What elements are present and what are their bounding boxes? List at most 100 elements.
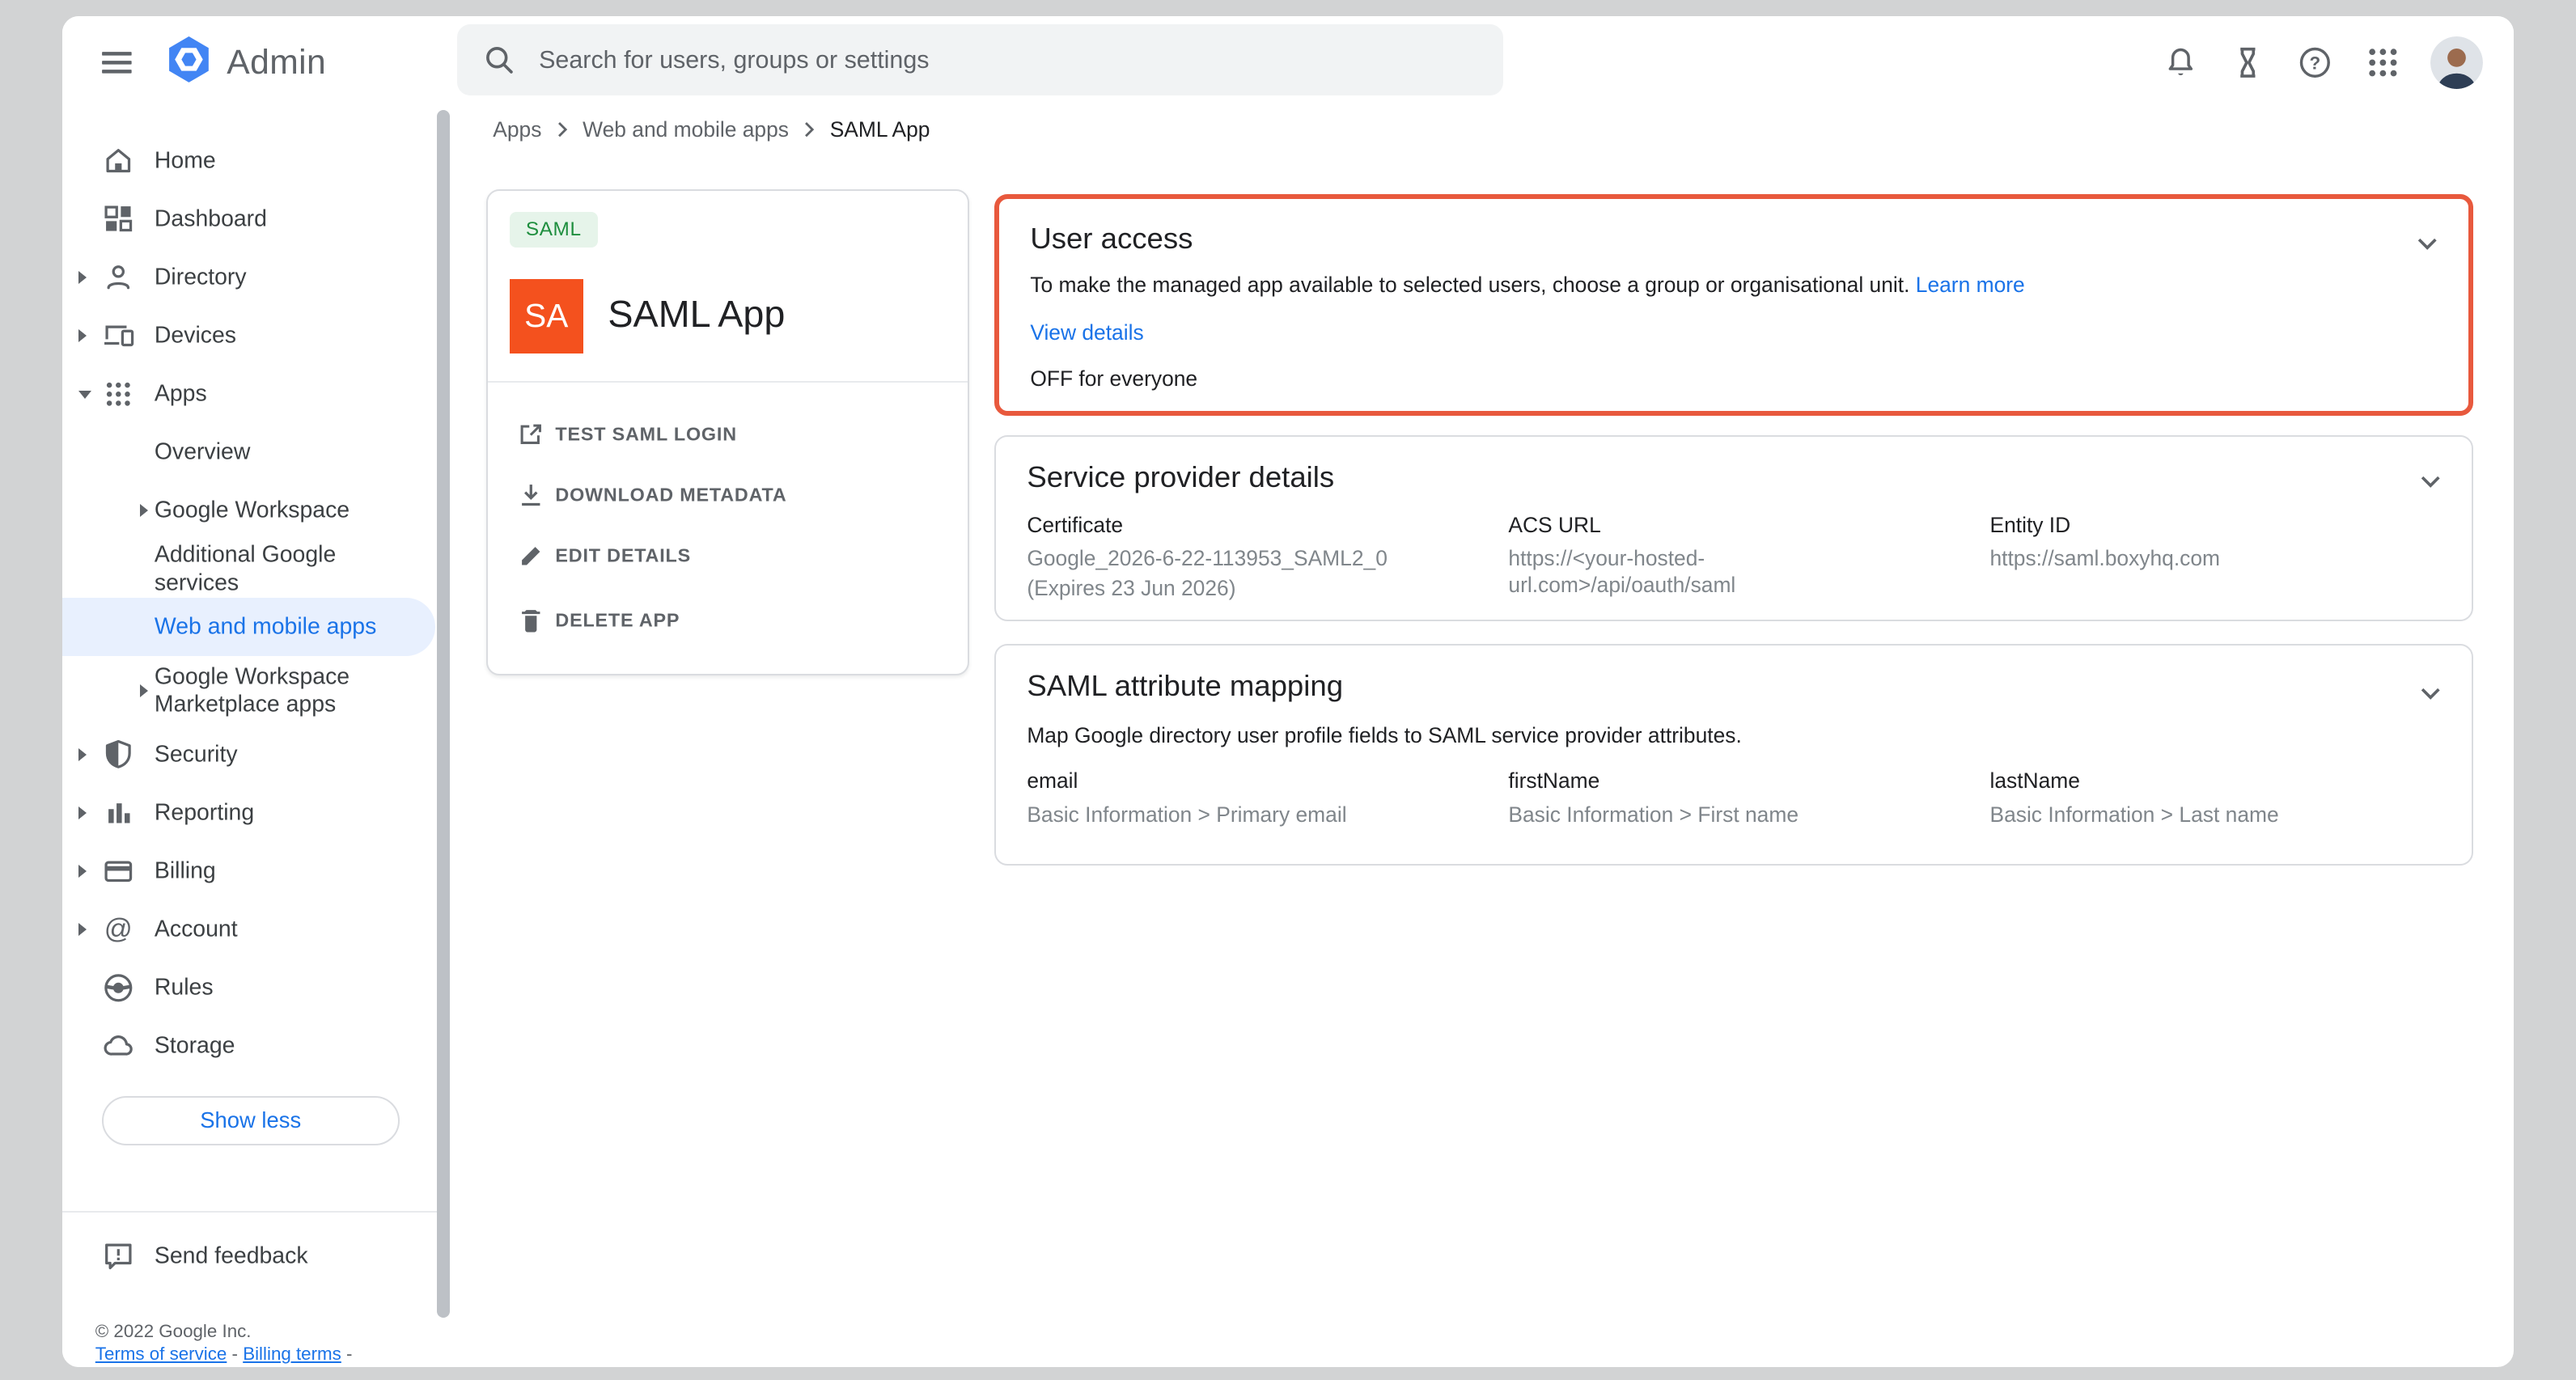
sidebar-item-label: Billing (155, 857, 417, 886)
field-value: Google_2026-6-22-113953_SAML2_0 (1027, 545, 1508, 572)
test-saml-login-button[interactable]: TEST SAML LOGIN (488, 404, 968, 465)
sidebar-item-google-workspace-marketplace-apps[interactable]: Google Workspace Marketplace apps (62, 656, 440, 725)
edit-details-button[interactable]: EDIT DETAILS (488, 526, 968, 586)
steering-wheel-icon (102, 972, 135, 1005)
breadcrumb-separator-icon (557, 121, 568, 138)
sidebar-item-storage[interactable]: Storage (62, 1017, 440, 1075)
attribute-mapping-title: SAML attribute mapping (1027, 669, 1343, 703)
saml-type-badge: SAML (510, 212, 598, 248)
open-in-new-icon (516, 420, 546, 450)
field-note: (Expires 23 Jun 2026) (1027, 575, 1508, 602)
sidebar-item-web-and-mobile-apps[interactable]: Web and mobile apps (62, 598, 435, 656)
expand-arrow-icon[interactable] (78, 865, 87, 878)
notifications-bell-icon[interactable] (2161, 43, 2201, 83)
breadcrumb-separator-icon (803, 121, 815, 138)
certificate-field: Certificate Google_2026-6-22-113953_SAML… (1027, 513, 1508, 602)
sidebar-item-billing[interactable]: Billing (62, 842, 440, 900)
sidebar-item-dashboard[interactable]: Dashboard (62, 190, 440, 248)
hamburger-menu-icon[interactable] (97, 43, 137, 83)
footer-separator: - (232, 1344, 238, 1364)
attribute-name: email (1027, 768, 1508, 798)
sidebar-item-label: Dashboard (155, 205, 417, 233)
sidebar-item-additional-google-services[interactable]: Additional Google services (62, 540, 440, 598)
expand-arrow-icon[interactable] (78, 923, 87, 936)
sidebar-item-directory[interactable]: Directory (62, 248, 440, 307)
sidebar-item-label: Devices (155, 322, 417, 350)
terms-of-service-link[interactable]: Terms of service (95, 1344, 227, 1364)
mapped-field: Basic Information > First name (1508, 802, 1989, 828)
sidebar-item-apps[interactable]: Apps (62, 365, 440, 423)
expand-arrow-icon[interactable] (78, 806, 87, 819)
sidebar-item-label: Directory (155, 263, 417, 291)
feedback-icon (102, 1239, 135, 1272)
apps-grid-icon (102, 378, 135, 411)
send-feedback-button[interactable]: Send feedback (62, 1227, 440, 1285)
acs-url-field: ACS URL https://<your-hosted-url.com>/ap… (1508, 513, 1989, 602)
mapping-last-name: lastName Basic Information > Last name (1989, 768, 2440, 828)
sidebar-item-rules[interactable]: Rules (62, 959, 440, 1017)
devices-icon (102, 319, 135, 352)
home-icon (102, 144, 135, 177)
sidebar-item-label: Rules (155, 974, 417, 1002)
download-metadata-button[interactable]: DOWNLOAD METADATA (488, 465, 968, 526)
sidebar-item-reporting[interactable]: Reporting (62, 784, 440, 842)
google-apps-grid-icon[interactable] (2363, 43, 2403, 83)
billing-terms-link[interactable]: Billing terms (243, 1344, 341, 1364)
cloud-icon (102, 1030, 135, 1063)
sidebar-scrollbar[interactable] (437, 110, 450, 1318)
credit-card-icon (102, 855, 135, 888)
learn-more-link[interactable]: Learn more (1916, 273, 2025, 297)
expand-arrow-icon[interactable] (140, 504, 148, 517)
show-less-button[interactable]: Show less (102, 1096, 400, 1145)
saml-attribute-mapping-card: SAML attribute mapping Map Google direct… (994, 644, 2473, 866)
breadcrumb-current-page: SAML App (830, 117, 930, 142)
admin-logo[interactable]: Admin (164, 38, 326, 87)
sidebar-item-label: Overview (155, 438, 417, 467)
search-bar[interactable] (457, 24, 1504, 95)
field-label: Certificate (1027, 513, 1508, 543)
admin-console-window: Admin ? (62, 16, 2514, 1366)
user-access-title: User access (1030, 222, 1193, 256)
delete-app-button[interactable]: DELETE APP (488, 590, 968, 650)
sidebar-divider (62, 1211, 440, 1213)
sidebar-item-account[interactable]: @ Account (62, 900, 440, 959)
chevron-down-icon[interactable] (2419, 682, 2442, 705)
mapped-field: Basic Information > Last name (1989, 802, 2440, 828)
trash-icon (516, 605, 546, 635)
sidebar-item-overview[interactable]: Overview (62, 423, 440, 481)
view-details-link[interactable]: View details (1030, 320, 1143, 345)
expand-arrow-icon[interactable] (140, 684, 148, 697)
breadcrumb-item-apps[interactable]: Apps (493, 117, 541, 142)
user-avatar[interactable] (2430, 36, 2483, 89)
person-icon (102, 260, 135, 294)
svg-text:@: @ (104, 913, 133, 944)
breadcrumb: Apps Web and mobile apps SAML App (493, 116, 930, 142)
mapping-first-name: firstName Basic Information > First name (1508, 768, 1989, 828)
sidebar-item-label: Account (155, 916, 417, 944)
admin-logo-icon (164, 35, 214, 91)
sidebar-item-security[interactable]: Security (62, 726, 440, 784)
sidebar-item-devices[interactable]: Devices (62, 307, 440, 365)
chevron-down-icon[interactable] (2419, 470, 2442, 493)
sidebar-nav: Home Dashboard Directory Devices (62, 108, 440, 1367)
attribute-mapping-description: Map Google directory user profile fields… (1027, 723, 1742, 748)
entity-id-field: Entity ID https://saml.boxyhq.com (1989, 513, 2440, 602)
download-icon (516, 480, 546, 510)
chevron-down-icon[interactable] (2416, 231, 2438, 254)
search-input[interactable] (539, 46, 1477, 74)
collapse-arrow-icon[interactable] (78, 391, 91, 399)
product-name: Admin (227, 43, 326, 83)
sidebar-footer: © 2022 Google Inc. Terms of service - Bi… (95, 1321, 353, 1365)
pending-tasks-hourglass-icon[interactable] (2228, 43, 2268, 83)
help-icon[interactable]: ? (2295, 43, 2335, 83)
breadcrumb-item-web-and-mobile-apps[interactable]: Web and mobile apps (583, 117, 789, 142)
sidebar-item-home[interactable]: Home (62, 131, 440, 189)
expand-arrow-icon[interactable] (78, 271, 87, 284)
top-bar: Admin ? (62, 16, 2514, 108)
expand-arrow-icon[interactable] (78, 748, 87, 761)
user-access-card: User access To make the managed app avai… (994, 194, 2473, 416)
expand-arrow-icon[interactable] (78, 329, 87, 342)
sidebar-item-google-workspace[interactable]: Google Workspace (62, 481, 440, 540)
sidebar-item-label: Apps (155, 380, 417, 408)
saml-app-summary-card: SAML SA SAML App TEST SAML LOGIN DOWNLOA… (486, 189, 969, 675)
